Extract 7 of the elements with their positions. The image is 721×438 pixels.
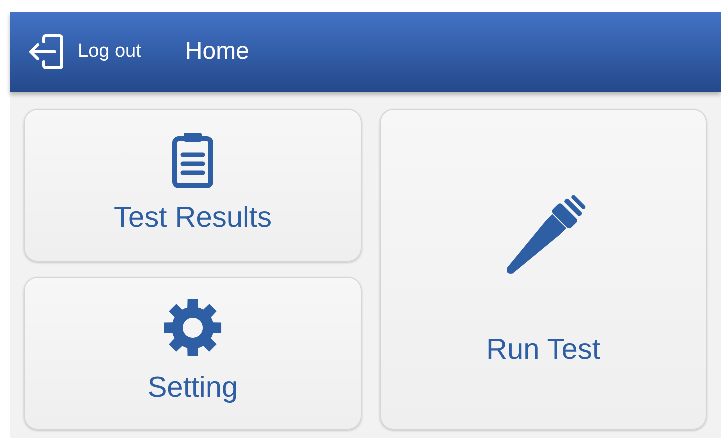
settings-icon	[162, 296, 224, 359]
screen-title: Home	[185, 37, 250, 67]
menu-tile[interactable]: Run Test	[380, 109, 707, 430]
menu-tile[interactable]: Test Results	[24, 109, 362, 262]
menu-tile[interactable]: Setting	[24, 277, 362, 430]
clipboard-icon	[172, 130, 214, 189]
logout-button[interactable]: Log out	[10, 12, 142, 92]
